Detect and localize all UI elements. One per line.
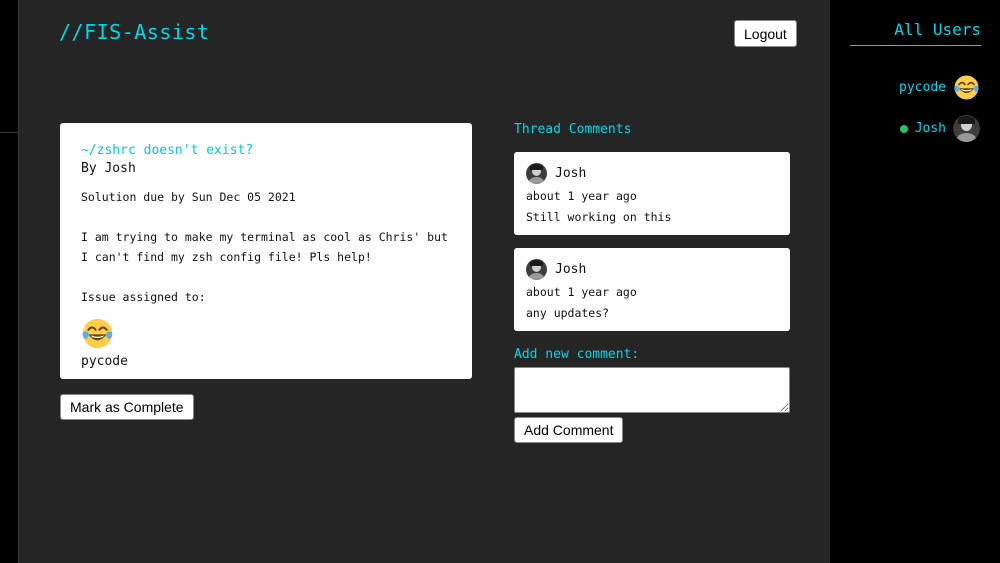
app-title[interactable]: //FIS-Assist [59,20,210,44]
comment-input[interactable] [514,367,790,413]
avatar [953,115,980,142]
comment-timestamp: about 1 year ago [526,285,637,299]
logout-button[interactable]: Logout [734,20,797,47]
avatar [526,259,547,280]
user-item-pycode[interactable]: pycode [899,74,980,101]
comment-text: Still working on this [526,210,672,224]
sidebar-title: All Users [894,20,981,39]
issue-author: By Josh [81,161,136,176]
add-comment-button[interactable]: Add Comment [514,417,624,443]
sidebar-divider [850,45,981,46]
issue-due-date: Solution due by Sun Dec 05 2021 [81,190,296,204]
left-rail-divider [0,132,18,133]
online-status-icon [899,124,908,133]
users-sidebar: All Users pycode Josh [830,0,1000,563]
comment-author: Josh [555,261,587,277]
comment-author: Josh [555,165,587,181]
comment-header: Josh [526,259,778,280]
issue-title: ~/zshrc doesn't exist? [81,143,254,158]
comment-timestamp: about 1 year ago [526,189,637,203]
issue-assigned-label: Issue assigned to: [81,290,206,304]
comment-header: Josh [526,163,778,184]
add-comment-label: Add new comment: [514,347,640,362]
left-rail [0,0,18,563]
comment-card: Josh about 1 year ago Still working on t… [514,152,790,235]
avatar [526,163,547,184]
user-item-josh[interactable]: Josh [899,115,980,142]
issue-description: I am trying to make my terminal as cool … [81,230,448,264]
thread-comments-heading: Thread Comments [514,122,632,137]
assignee-name: pycode [81,354,128,369]
main-panel: //FIS-Assist Logout ~/zshrc doesn't exis… [18,0,830,563]
user-name[interactable]: Josh [915,121,946,136]
tears-of-joy-emoji-icon [82,318,113,349]
issue-card: ~/zshrc doesn't exist? By Josh Solution … [60,123,472,379]
comment-card: Josh about 1 year ago any updates? [514,248,790,331]
user-name[interactable]: pycode [899,80,946,95]
tears-of-joy-emoji-icon [954,75,979,100]
comment-text: any updates? [526,306,610,320]
mark-complete-button[interactable]: Mark as Complete [60,394,194,420]
